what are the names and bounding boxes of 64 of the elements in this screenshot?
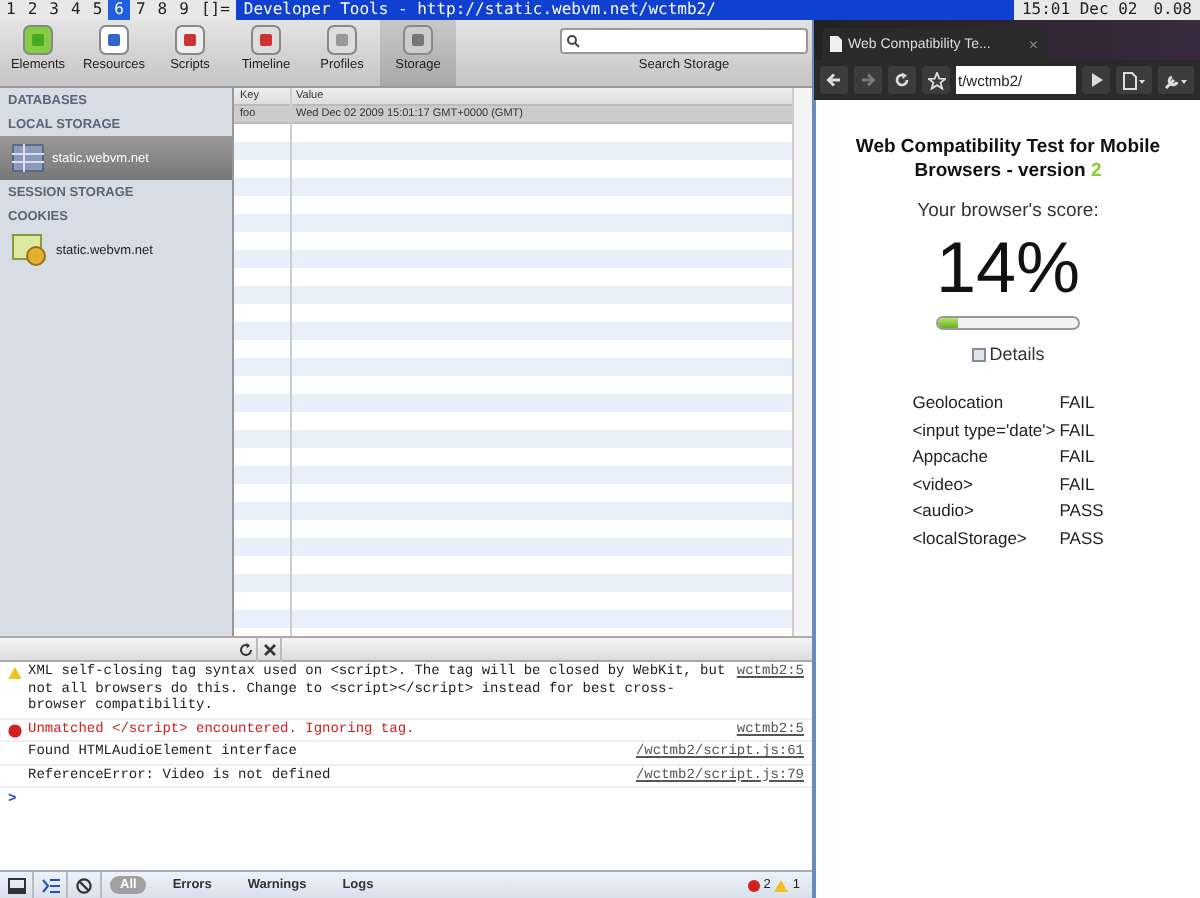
back-button[interactable] (820, 66, 848, 94)
page-heading: Web Compatibility Test for Mobile Browsers - version 2 (853, 136, 1163, 184)
page-icon (830, 36, 842, 52)
wrench-icon (1164, 71, 1188, 89)
feature-name: <video> (912, 471, 975, 496)
tool-icon (20, 24, 56, 56)
tool-icon (172, 24, 208, 56)
clock: 15:01 Dec 02 (1019, 0, 1140, 20)
refresh-button[interactable] (234, 638, 258, 662)
play-icon (1089, 72, 1103, 88)
prohibited-icon (76, 877, 92, 893)
workspace-tag[interactable]: 3 (43, 0, 65, 20)
load-average: 0.08 (1151, 0, 1194, 20)
table-icon (12, 144, 44, 172)
feature-name: Geolocation (912, 390, 1006, 415)
tool-icon (96, 24, 132, 56)
feature-name: <localStorage> (912, 525, 1029, 550)
close-tab-button[interactable]: × (1028, 35, 1038, 53)
test-result: FAIL (1059, 471, 1097, 496)
delete-button[interactable] (258, 638, 282, 662)
page-icon (1122, 71, 1146, 89)
console-icon (41, 877, 59, 893)
feature-name: <input type='date'> (912, 417, 1056, 442)
search-field[interactable] (560, 28, 808, 54)
test-result: PASS (1059, 525, 1104, 550)
forward-arrow-icon (860, 72, 876, 88)
back-arrow-icon (826, 72, 842, 88)
workspace-tag[interactable]: 4 (64, 0, 87, 20)
page-menu-button[interactable] (1116, 66, 1152, 94)
bookmark-star-button[interactable] (922, 66, 950, 94)
go-button[interactable] (1082, 66, 1110, 94)
reload-button[interactable] (888, 66, 916, 94)
layout-symbol: []= (198, 0, 232, 20)
workspace-tag[interactable]: 1 (0, 0, 22, 20)
details-checkbox[interactable] (971, 347, 986, 361)
window-title: Developer Tools - http://static.webvm.net/wctmb2/ (235, 0, 1014, 20)
error-icon (747, 879, 760, 891)
database-icon (400, 24, 436, 56)
test-result: FAIL (1059, 390, 1097, 415)
workspace-tag[interactable]: 6 (108, 0, 130, 20)
wrench-menu-button[interactable] (1158, 66, 1194, 94)
workspace-tag[interactable]: 2 (21, 0, 44, 20)
reload-icon (894, 72, 910, 88)
workspace-tag[interactable]: 8 (151, 0, 174, 20)
workspace-tag[interactable]: 7 (129, 0, 152, 20)
score-value: 14% (935, 230, 1081, 306)
workspace-tag[interactable]: 5 (86, 0, 109, 20)
workspace-tag[interactable]: 9 (173, 0, 195, 20)
checkbox-label: Details (989, 344, 1045, 364)
warning-icon (8, 666, 22, 680)
cookie-icon (12, 234, 48, 266)
feature-name: Appcache (912, 444, 991, 469)
star-icon (927, 71, 945, 89)
test-result: FAIL (1059, 417, 1097, 442)
test-result: PASS (1059, 498, 1104, 523)
refresh-icon (237, 642, 253, 658)
warning-icon (774, 879, 789, 891)
feature-name: <audio> (912, 498, 976, 523)
close-icon (261, 642, 277, 658)
dock-icon (7, 877, 25, 893)
test-result: FAIL (1059, 444, 1097, 469)
error-icon (8, 723, 22, 737)
search-icon (566, 34, 580, 48)
score-label: Your browser's score: (917, 200, 1099, 222)
